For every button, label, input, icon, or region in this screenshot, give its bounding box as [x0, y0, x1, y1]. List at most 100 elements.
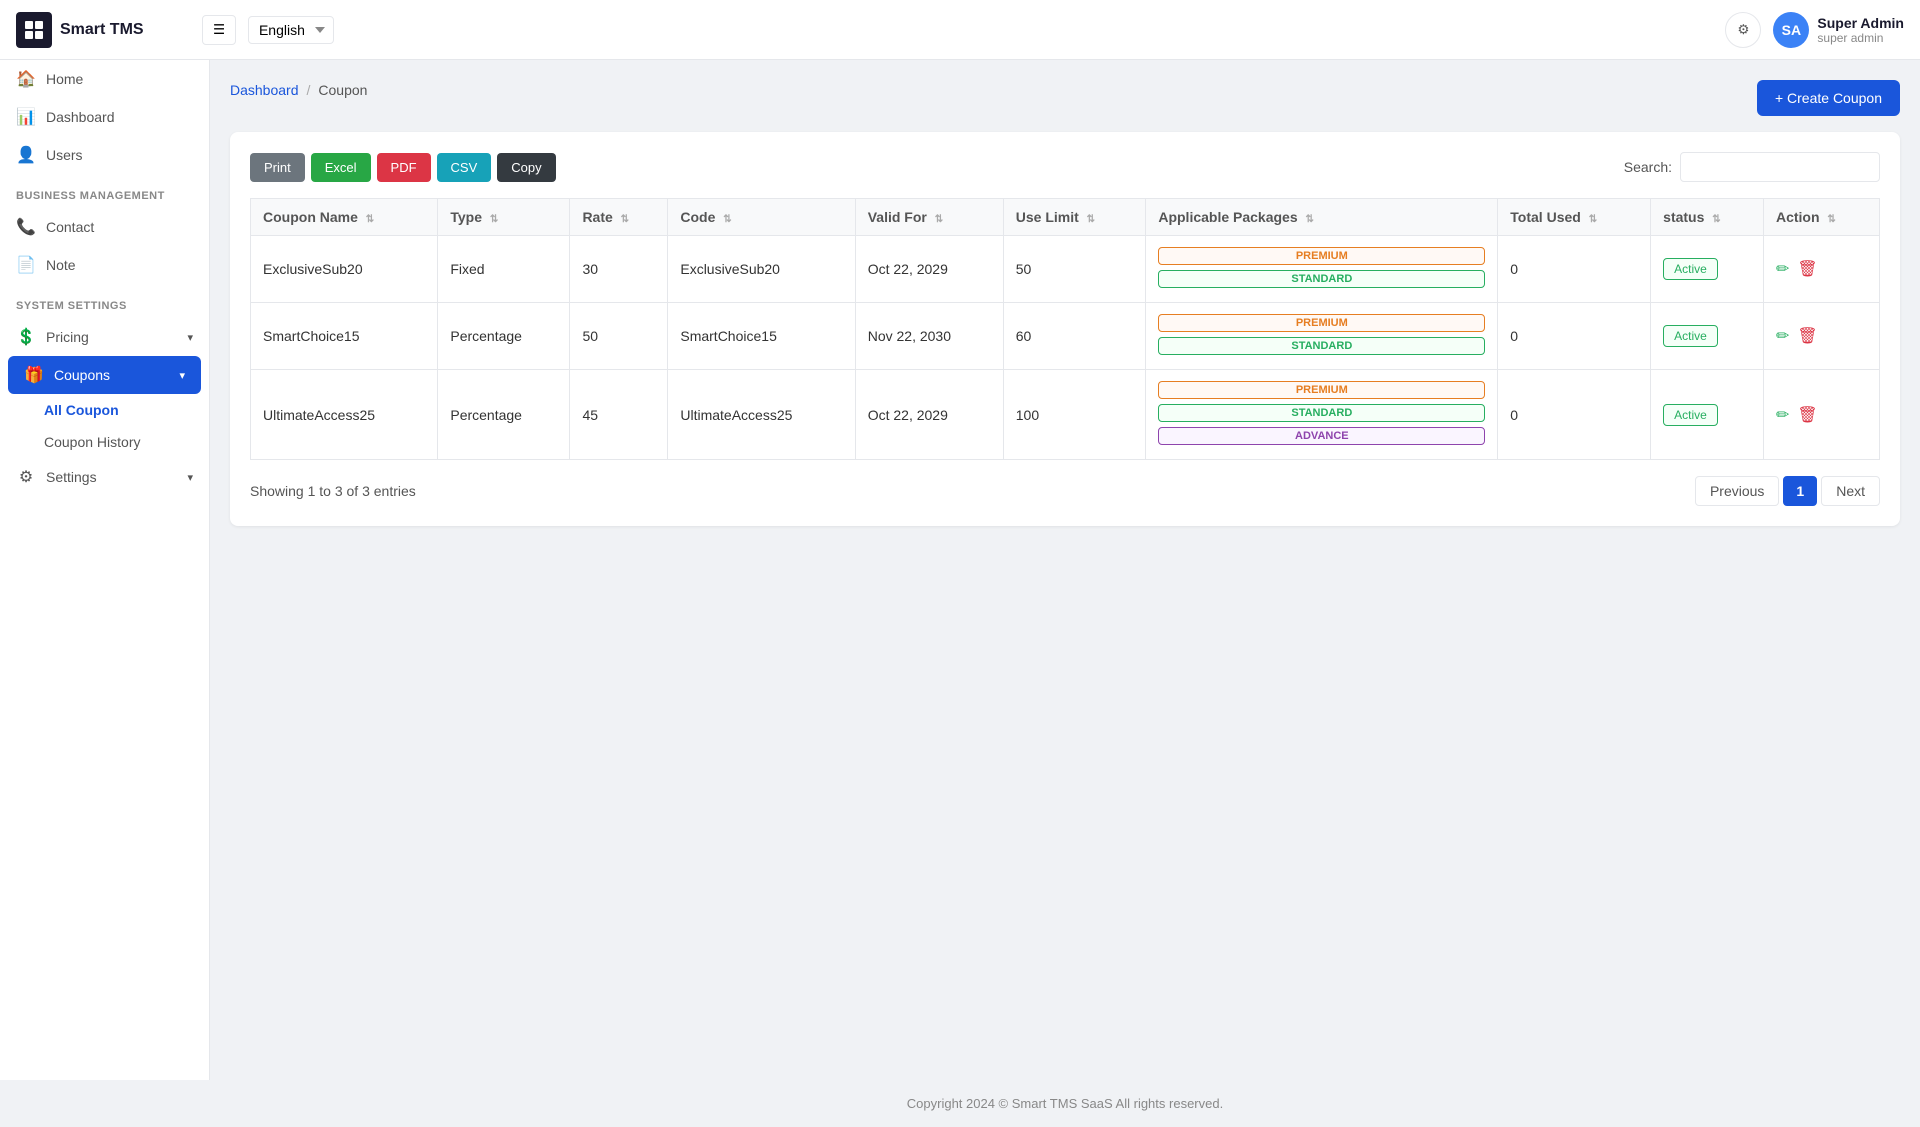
footer-text: Copyright 2024 © Smart TMS SaaS All righ… — [907, 1096, 1223, 1111]
delete-button[interactable]: 🗑 — [1797, 259, 1817, 279]
chevron-down-icon-coupons: ▾ — [179, 369, 185, 382]
logo-text: Smart TMS — [60, 21, 144, 39]
sort-icon-name: ⇅ — [366, 214, 374, 225]
cell-code: UltimateAccess25 — [668, 370, 855, 460]
sidebar-item-home[interactable]: 🏠 Home — [0, 60, 209, 98]
sidebar-item-contact[interactable]: 📞 Contact — [0, 208, 209, 246]
sidebar-item-coupons[interactable]: 🎁 Coupons ▾ — [8, 356, 201, 394]
cell-rate: 50 — [570, 303, 668, 370]
package-badge: STANDARD — [1158, 404, 1485, 422]
sidebar-label-home: Home — [46, 71, 83, 87]
edit-button[interactable]: ✏ — [1776, 405, 1789, 425]
business-management-label: Business Management — [0, 174, 209, 208]
cell-type: Percentage — [438, 370, 570, 460]
coupon-history-label: Coupon History — [44, 434, 141, 450]
sort-icon-limit: ⇅ — [1087, 214, 1095, 225]
breadcrumb: Dashboard / Coupon — [230, 82, 367, 98]
edit-button[interactable]: ✏ — [1776, 259, 1789, 279]
cell-rate: 45 — [570, 370, 668, 460]
sidebar-label-note: Note — [46, 257, 76, 273]
print-button[interactable]: Print — [250, 153, 305, 182]
package-badge: STANDARD — [1158, 337, 1485, 355]
previous-button[interactable]: Previous — [1695, 476, 1779, 506]
breadcrumb-current: Coupon — [318, 82, 367, 98]
user-name: Super Admin — [1817, 15, 1904, 31]
col-rate[interactable]: Rate ⇅ — [570, 199, 668, 236]
sidebar-label-users: Users — [46, 147, 83, 163]
cell-status: Active — [1651, 303, 1764, 370]
col-packages[interactable]: Applicable Packages ⇅ — [1146, 199, 1498, 236]
sort-icon-status: ⇅ — [1712, 214, 1720, 225]
sidebar: 🏠 Home 📊 Dashboard 👤 Users Business Mana… — [0, 60, 210, 1080]
hamburger-button[interactable]: ☰ — [202, 15, 236, 45]
top-bar: Smart TMS ☰ English ⚙ SA Super Admin sup… — [0, 0, 1920, 60]
coupons-submenu: All Coupon Coupon History — [0, 394, 209, 458]
logo-icon — [16, 12, 52, 48]
sidebar-item-note[interactable]: 📄 Note — [0, 246, 209, 284]
search-input[interactable] — [1680, 152, 1880, 182]
col-type[interactable]: Type ⇅ — [438, 199, 570, 236]
sidebar-item-pricing[interactable]: 💲 Pricing ▾ — [0, 318, 209, 356]
cell-total-used: 0 — [1498, 370, 1651, 460]
status-badge: Active — [1663, 258, 1718, 280]
col-action[interactable]: Action ⇅ — [1763, 199, 1879, 236]
col-coupon-name[interactable]: Coupon Name ⇅ — [251, 199, 438, 236]
sidebar-item-dashboard[interactable]: 📊 Dashboard — [0, 98, 209, 136]
table-row: ExclusiveSub20 Fixed 30 ExclusiveSub20 O… — [251, 236, 1880, 303]
cell-valid-for: Oct 22, 2029 — [855, 370, 1003, 460]
cell-use-limit: 50 — [1003, 236, 1146, 303]
cell-type: Fixed — [438, 236, 570, 303]
sidebar-label-pricing: Pricing — [46, 329, 89, 345]
user-info[interactable]: SA Super Admin super admin — [1773, 12, 1904, 48]
search-bar: Search: — [1624, 152, 1880, 182]
sidebar-item-all-coupon[interactable]: All Coupon — [0, 394, 209, 426]
create-coupon-label: + Create Coupon — [1775, 90, 1882, 106]
settings-icon-button[interactable]: ⚙ — [1725, 12, 1761, 48]
current-page[interactable]: 1 — [1783, 476, 1817, 506]
delete-button[interactable]: 🗑 — [1797, 405, 1817, 425]
csv-button[interactable]: CSV — [437, 153, 492, 182]
sidebar-label-settings: Settings — [46, 469, 97, 485]
content-area: Dashboard / Coupon + Create Coupon Print… — [210, 60, 1920, 1080]
language-select[interactable]: English — [248, 16, 334, 44]
sidebar-section-general: 🏠 Home 📊 Dashboard 👤 Users — [0, 60, 209, 174]
status-badge: Active — [1663, 325, 1718, 347]
table-row: UltimateAccess25 Percentage 45 UltimateA… — [251, 370, 1880, 460]
col-status[interactable]: status ⇅ — [1651, 199, 1764, 236]
pdf-button[interactable]: PDF — [377, 153, 431, 182]
create-coupon-button[interactable]: + Create Coupon — [1757, 80, 1900, 116]
coupons-icon: 🎁 — [24, 365, 44, 385]
next-button[interactable]: Next — [1821, 476, 1880, 506]
sort-icon-valid: ⇅ — [935, 214, 943, 225]
col-total-used[interactable]: Total Used ⇅ — [1498, 199, 1651, 236]
settings-icon: ⚙ — [16, 467, 36, 487]
cell-action: ✏ 🗑 — [1763, 303, 1879, 370]
cell-coupon-name: UltimateAccess25 — [251, 370, 438, 460]
sort-icon-packages: ⇅ — [1306, 214, 1314, 225]
breadcrumb-home[interactable]: Dashboard — [230, 82, 299, 98]
cell-code: SmartChoice15 — [668, 303, 855, 370]
cell-action: ✏ 🗑 — [1763, 236, 1879, 303]
home-icon: 🏠 — [16, 69, 36, 89]
top-right-area: ⚙ SA Super Admin super admin — [1725, 12, 1904, 48]
col-code[interactable]: Code ⇅ — [668, 199, 855, 236]
sidebar-item-settings[interactable]: ⚙ Settings ▾ — [0, 458, 209, 496]
cell-packages: PREMIUMSTANDARDADVANCE — [1146, 370, 1498, 460]
copy-button[interactable]: Copy — [497, 153, 555, 182]
sidebar-item-users[interactable]: 👤 Users — [0, 136, 209, 174]
sort-icon-action: ⇅ — [1827, 214, 1835, 225]
sort-icon-type: ⇅ — [490, 214, 498, 225]
sidebar-item-coupon-history[interactable]: Coupon History — [0, 426, 209, 458]
col-use-limit[interactable]: Use Limit ⇅ — [1003, 199, 1146, 236]
col-valid-for[interactable]: Valid For ⇅ — [855, 199, 1003, 236]
excel-button[interactable]: Excel — [311, 153, 371, 182]
sidebar-label-coupons: Coupons — [54, 367, 110, 383]
note-icon: 📄 — [16, 255, 36, 275]
cell-valid-for: Oct 22, 2029 — [855, 236, 1003, 303]
delete-button[interactable]: 🗑 — [1797, 326, 1817, 346]
edit-button[interactable]: ✏ — [1776, 326, 1789, 346]
cell-code: ExclusiveSub20 — [668, 236, 855, 303]
system-settings-label: System Settings — [0, 284, 209, 318]
breadcrumb-separator: / — [307, 82, 311, 98]
action-buttons: ✏ 🗑 — [1776, 259, 1867, 279]
